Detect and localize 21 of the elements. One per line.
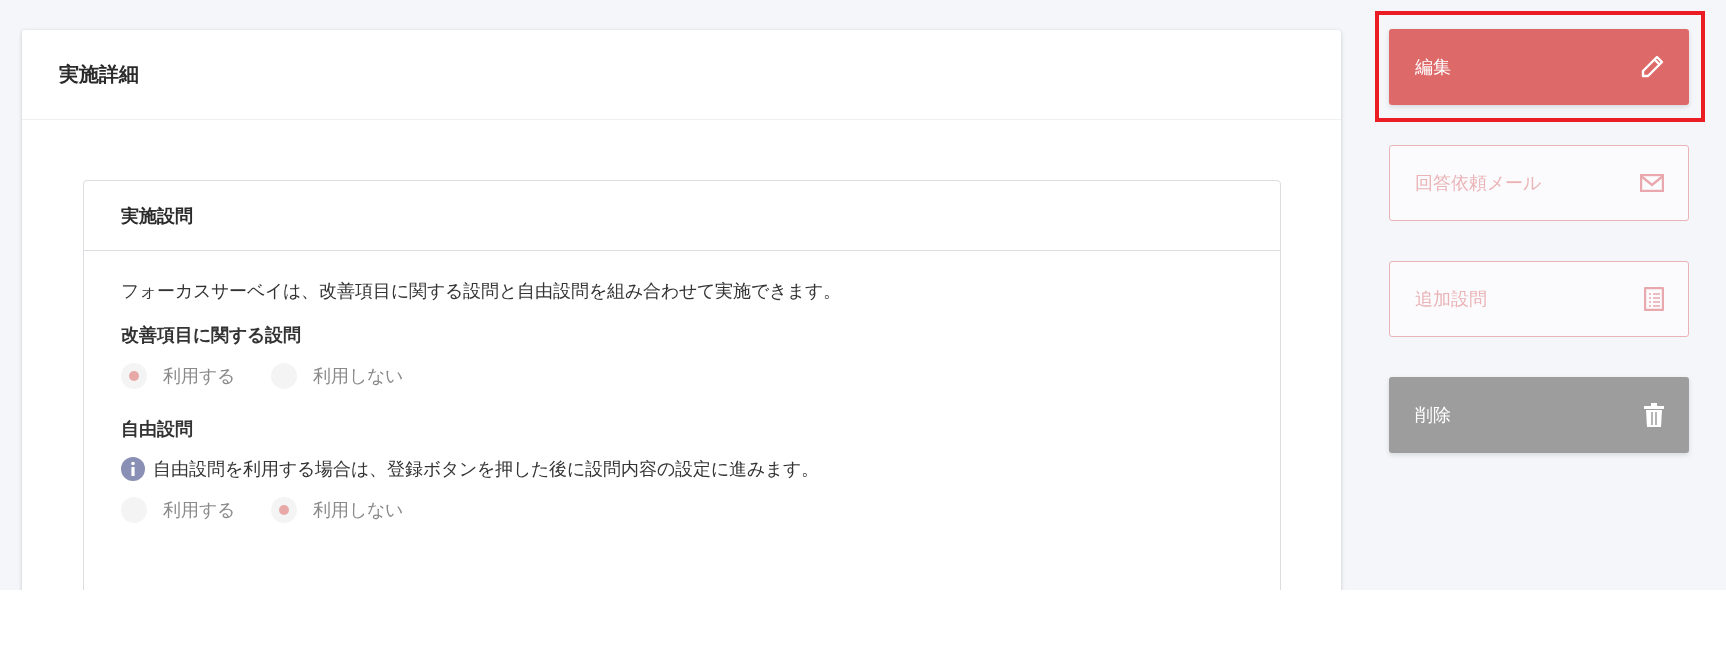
pencil-icon: [1640, 55, 1664, 79]
action-button[interactable]: 追加設問: [1389, 261, 1689, 337]
question-label: 自由設問: [121, 417, 194, 441]
radio-label: 利用する: [163, 364, 235, 388]
card-title: 実施詳細: [22, 30, 1341, 120]
question-label: 改善項目に関する設問: [121, 323, 302, 347]
envelope-icon: [1640, 174, 1664, 192]
radio-button[interactable]: [271, 497, 297, 523]
list-icon: [1644, 287, 1664, 311]
radio-label: 利用しない: [313, 498, 403, 522]
radio-label: 利用しない: [313, 364, 403, 388]
radio-button[interactable]: [121, 363, 147, 389]
description: フォーカスサーベイは、改善項目に関する設問と自由設問を組み合わせて実施できます。: [121, 279, 842, 303]
action-button[interactable]: 回答依頼メール: [1389, 145, 1689, 221]
action-button[interactable]: 編集: [1389, 29, 1689, 105]
action-button[interactable]: 削除: [1389, 377, 1689, 453]
info-note: 自由設問を利用する場合は、登録ボタンを押した後に設問内容の設定に進みます。: [153, 457, 819, 481]
radio-label: 利用する: [163, 498, 235, 522]
section-title: 実施設問: [84, 181, 1280, 251]
trash-icon: [1644, 403, 1664, 427]
info-icon: [121, 457, 145, 481]
